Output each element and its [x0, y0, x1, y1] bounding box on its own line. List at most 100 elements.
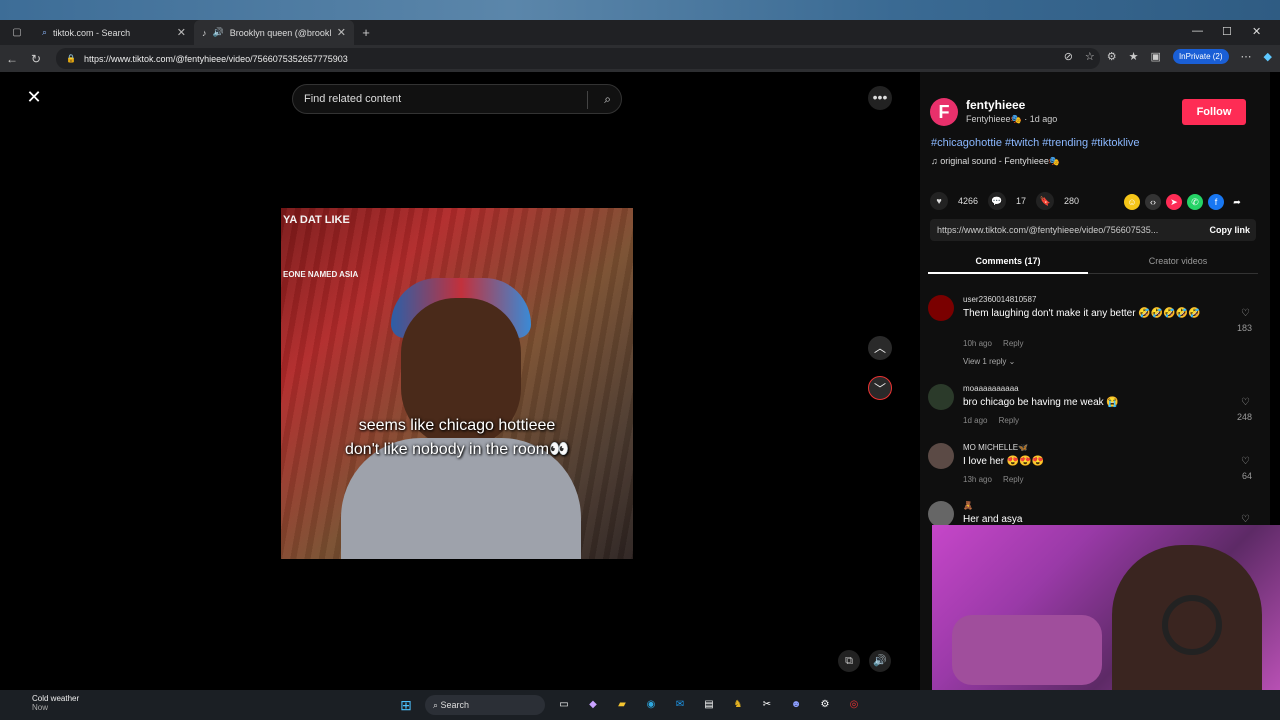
comment-time: 10h ago: [963, 339, 992, 348]
headset-icon: [1162, 595, 1222, 655]
new-tab-icon[interactable]: +: [354, 25, 378, 40]
avatar[interactable]: [928, 443, 954, 469]
close-window-icon[interactable]: ✕: [1252, 25, 1261, 38]
favorite-icon[interactable]: ☆: [1085, 50, 1095, 63]
comment-likes: 248: [1236, 412, 1252, 422]
webcam-couch: [952, 615, 1102, 685]
comment-heart-icon[interactable]: ♡: [1241, 456, 1250, 467]
comment-likes: 183: [1236, 323, 1252, 333]
follow-button[interactable]: Follow: [1182, 99, 1246, 125]
whatsapp-icon[interactable]: ✆: [1187, 194, 1203, 210]
stats-row: ♥ 4266 💬 17 🔖 280: [930, 192, 1079, 210]
speaker-icon[interactable]: 🔊: [213, 27, 224, 38]
comment-heart-icon[interactable]: ♡: [1241, 308, 1250, 319]
tab-search[interactable]: ⌕ tiktok.com - Search ✕: [34, 20, 194, 45]
weather-widget[interactable]: Cold weather Now: [14, 694, 79, 712]
tab-actions-icon[interactable]: ▢: [0, 27, 34, 38]
facebook-icon[interactable]: f: [1208, 194, 1224, 210]
tab-video[interactable]: ♪ 🔊 Brooklyn queen (@brooklyn... ✕: [194, 20, 354, 45]
friends-share-icon[interactable]: ☺: [1124, 194, 1140, 210]
taskbar-apps: ⊞ ⌕ Search ▭ ◆ ▰ ◉ ✉ ▤ ♞ ✂ ☻ ⚙ ◎: [396, 695, 864, 715]
comment-item: 🧸 Her and asya ♡: [928, 501, 1258, 527]
taskbar-search[interactable]: ⌕ Search: [425, 695, 545, 715]
maximize-icon[interactable]: ☐: [1222, 25, 1232, 38]
capcut-icon[interactable]: ✂: [757, 695, 777, 715]
view-replies-link[interactable]: View 1 reply ⌄: [963, 357, 1015, 366]
copilot-icon[interactable]: ◆: [1264, 50, 1272, 63]
discord-icon[interactable]: ☻: [786, 695, 806, 715]
comment-user[interactable]: MO MICHELLE🦋: [963, 443, 1028, 452]
comment-text: I love her 😍😍😍: [963, 456, 1045, 467]
comment-text: bro chicago be having me weak 😭: [963, 397, 1119, 408]
comment-heart-icon[interactable]: ♡: [1241, 397, 1250, 408]
lock-icon: 🔒: [66, 54, 76, 63]
share-icon[interactable]: ➦: [1229, 194, 1245, 210]
bookmark-icon[interactable]: 🔖: [1036, 192, 1055, 210]
edge-icon[interactable]: ◉: [641, 695, 661, 715]
creator-subtitle: Fentyhieee🎭 · 1d ago: [966, 114, 1058, 124]
refresh-icon[interactable]: ↻: [24, 52, 48, 66]
copilot-icon[interactable]: ◆: [583, 695, 603, 715]
comment-item: user2360014810587 Them laughing don't ma…: [928, 295, 1258, 370]
share-link-box[interactable]: https://www.tiktok.com/@fentyhieee/video…: [930, 219, 1256, 241]
tab-creator-videos[interactable]: Creator videos: [1098, 256, 1258, 266]
minimize-icon[interactable]: —: [1192, 25, 1203, 37]
close-icon[interactable]: ✕: [24, 87, 44, 107]
game-icon[interactable]: ♞: [728, 695, 748, 715]
avatar[interactable]: [928, 384, 954, 410]
previous-video-icon[interactable]: ︿: [868, 336, 892, 360]
tracking-icon[interactable]: ⊘: [1064, 50, 1073, 63]
avatar[interactable]: F: [930, 98, 958, 126]
picture-in-picture-icon[interactable]: ⧉: [838, 650, 860, 672]
more-options-icon[interactable]: •••: [868, 86, 892, 110]
video-player[interactable]: YA DAT LIKE EONE NAMED ASIA seems like c…: [281, 208, 633, 559]
tab-bar: ▢ ⌕ tiktok.com - Search ✕ ♪ 🔊 Brooklyn q…: [0, 20, 1280, 45]
heart-icon[interactable]: ♥: [930, 192, 948, 210]
caption-line-1: seems like chicago hottieee: [358, 417, 556, 434]
hashtags[interactable]: #chicagohottie #twitch #trending #tiktok…: [931, 137, 1140, 149]
obs-icon[interactable]: ◎: [844, 695, 864, 715]
search-placeholder: Find related content: [304, 93, 402, 105]
more-icon[interactable]: ⋯: [1241, 50, 1252, 63]
extension-icon[interactable]: ⚙: [1107, 50, 1117, 63]
avatar[interactable]: [928, 295, 954, 321]
comment-heart-icon[interactable]: ♡: [1241, 514, 1250, 525]
close-tab-icon[interactable]: ✕: [337, 26, 346, 39]
divider: [587, 91, 588, 109]
search-input[interactable]: Find related content ⌕: [292, 84, 622, 114]
comment-icon[interactable]: 💬: [988, 192, 1007, 210]
comment-tabs: Comments (17) Creator videos: [928, 250, 1258, 274]
steam-icon[interactable]: ⚙: [815, 695, 835, 715]
avatar[interactable]: [928, 501, 954, 527]
reply-link[interactable]: Reply: [999, 416, 1019, 425]
reply-link[interactable]: Reply: [1003, 339, 1023, 348]
start-icon[interactable]: ⊞: [396, 695, 416, 715]
task-view-icon[interactable]: ▭: [554, 695, 574, 715]
comment-meta: 1d ago Reply: [963, 416, 1019, 425]
inprivate-badge[interactable]: InPrivate (2): [1172, 49, 1229, 64]
comment-user[interactable]: 🧸: [963, 501, 973, 510]
collections-icon[interactable]: ▣: [1151, 50, 1161, 63]
tiktok-icon: ♪: [202, 27, 207, 38]
search-icon[interactable]: ⌕: [604, 92, 611, 107]
favorites-bar-icon[interactable]: ★: [1129, 50, 1139, 63]
embed-icon[interactable]: ‹›: [1145, 194, 1161, 210]
back-icon[interactable]: ←: [0, 52, 24, 66]
comment-user[interactable]: user2360014810587: [963, 295, 1036, 304]
next-video-icon[interactable]: ﹀: [868, 376, 892, 400]
store-icon[interactable]: ▤: [699, 695, 719, 715]
volume-icon[interactable]: 🔊: [869, 650, 891, 672]
sound-link[interactable]: ♫ original sound - Fentyhieee🎭: [931, 156, 1060, 167]
tab-comments[interactable]: Comments (17): [928, 256, 1088, 266]
copy-link-button[interactable]: Copy link: [1203, 219, 1250, 241]
save-count: 280: [1064, 196, 1080, 206]
comment-user[interactable]: moaaaaaaaaaa: [963, 384, 1019, 393]
file-explorer-icon[interactable]: ▰: [612, 695, 632, 715]
send-icon[interactable]: ➤: [1166, 194, 1182, 210]
messenger-icon[interactable]: ✉: [670, 695, 690, 715]
creator-username[interactable]: fentyhieee: [966, 98, 1025, 112]
url-text[interactable]: https://www.tiktok.com/@fentyhieee/video…: [84, 54, 348, 64]
reply-link[interactable]: Reply: [1003, 475, 1023, 484]
close-tab-icon[interactable]: ✕: [177, 26, 186, 39]
address-bar[interactable]: 🔒 https://www.tiktok.com/@fentyhieee/vid…: [56, 48, 1100, 69]
